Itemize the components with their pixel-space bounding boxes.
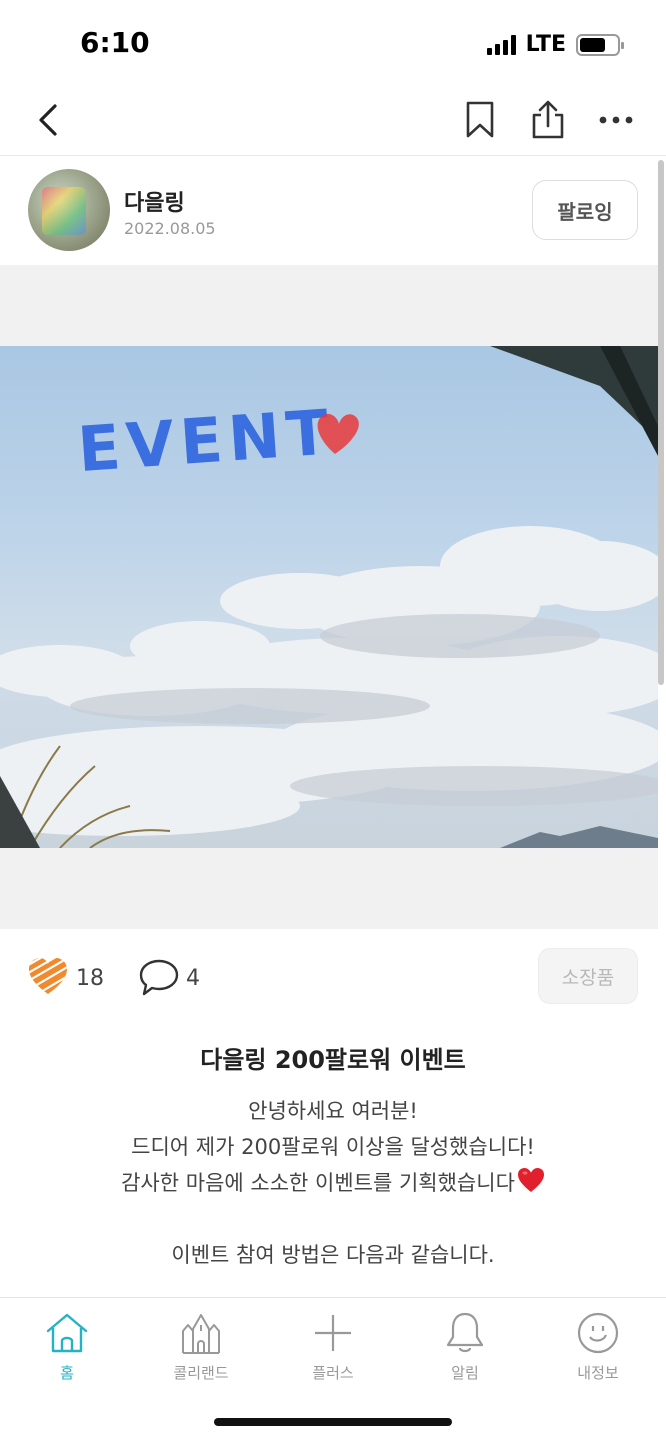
post-body: 안녕하세요 여러분! 드디어 제가 200팔로워 이상을 달성했습니다! 감사한…: [0, 1093, 666, 1273]
post-line: [0, 1201, 666, 1237]
scrollbar[interactable]: [658, 160, 664, 685]
status-bar: 6:10 LTE: [0, 0, 666, 86]
smiley-icon: [575, 1310, 621, 1356]
post-line: 이벤트 참여 방법은 다음과 같습니다.: [171, 1243, 495, 1267]
collection-button[interactable]: 소장품: [538, 948, 638, 1004]
castle-icon: [178, 1310, 224, 1356]
battery-level: [580, 37, 606, 52]
post-line: 감사한 마음에 소소한 이벤트를 기획했습니다: [0, 1165, 666, 1201]
like-heart-icon[interactable]: [28, 958, 68, 996]
post-photo[interactable]: EVENT: [0, 346, 658, 848]
home-indicator: [214, 1418, 452, 1426]
author-row: 다을링 2022.08.05 팔로잉: [0, 157, 658, 265]
battery-icon: [576, 33, 624, 56]
network-label: LTE: [525, 32, 566, 57]
plus-icon: [310, 1310, 356, 1356]
sky-photo: EVENT: [0, 346, 658, 848]
following-button[interactable]: 팔로잉: [532, 180, 638, 240]
post-date: 2022.08.05: [124, 219, 216, 238]
bookmark-icon[interactable]: [458, 98, 502, 142]
author-name[interactable]: 다을링: [124, 185, 185, 217]
post-line: 드디어 제가 200팔로워 이상을 달성했습니다!: [131, 1135, 535, 1159]
event-handwriting: EVENT: [75, 395, 336, 486]
signal-icon: [486, 34, 516, 55]
back-icon[interactable]: [26, 98, 70, 142]
like-count: 18: [76, 966, 104, 991]
status-indicators: LTE: [486, 32, 624, 57]
post-image-area: EVENT: [0, 265, 658, 929]
tab-colliland[interactable]: 콜리랜드: [146, 1310, 256, 1390]
comment-count: 4: [186, 966, 200, 991]
tab-notifications[interactable]: 알림: [410, 1310, 520, 1390]
share-icon[interactable]: [526, 98, 570, 142]
tab-plus-label: 플러스: [312, 1364, 354, 1382]
status-time: 6:10: [80, 26, 150, 59]
more-icon[interactable]: [594, 98, 638, 142]
tab-profile-label: 내정보: [577, 1364, 619, 1382]
home-icon: [44, 1310, 90, 1356]
tab-plus[interactable]: 플러스: [278, 1310, 388, 1390]
post-title: 다을링 200팔로워 이벤트: [200, 1046, 466, 1074]
post-actions: 18 4 소장품: [0, 930, 666, 1026]
comment-icon[interactable]: [138, 958, 180, 998]
tab-notifications-label: 알림: [451, 1364, 479, 1382]
heart-emoji-icon: [517, 1168, 544, 1192]
avatar[interactable]: [28, 169, 110, 251]
top-navigation: [0, 86, 666, 156]
post-line-text: 감사한 마음에 소소한 이벤트를 기획했습니다: [121, 1171, 515, 1195]
bell-icon: [442, 1310, 488, 1356]
tab-colliland-label: 콜리랜드: [173, 1364, 229, 1382]
post-line: 안녕하세요 여러분!: [248, 1099, 418, 1123]
tab-home-label: 홈: [60, 1364, 74, 1382]
tab-home[interactable]: 홈: [12, 1310, 122, 1390]
tab-profile[interactable]: 내정보: [543, 1310, 653, 1390]
